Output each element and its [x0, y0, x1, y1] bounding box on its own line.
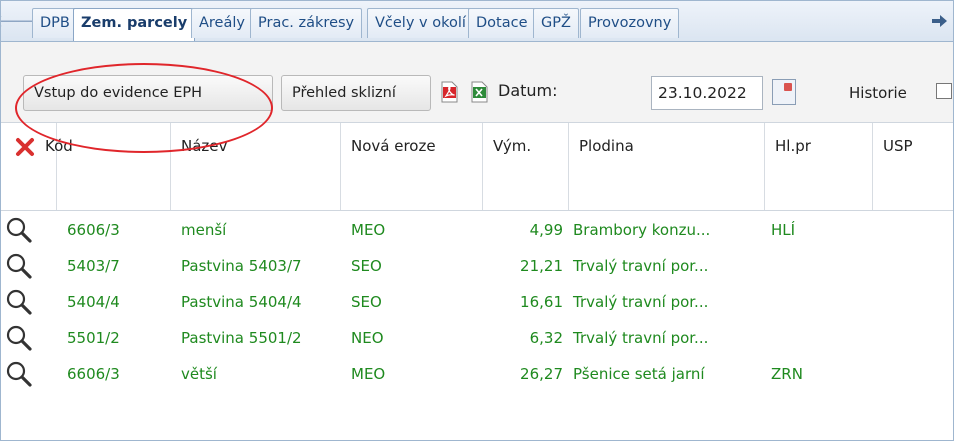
- arrow-left-icon[interactable]: 🡐: [1, 9, 41, 33]
- evidence-eph-button[interactable]: Vstup do evidence EPH: [23, 75, 273, 111]
- cell-plodina: Trvalý travní por...: [573, 329, 709, 347]
- col-nova-eroze[interactable]: Nová eroze: [341, 123, 483, 170]
- cell-kod: 6606/3: [67, 365, 120, 383]
- toolbar: Vstup do evidence EPH Přehled sklizní Da…: [1, 42, 953, 122]
- tab-arealy[interactable]: Areály: [191, 8, 253, 38]
- excel-icon[interactable]: [469, 81, 489, 103]
- filter-plodina[interactable]: [569, 169, 768, 212]
- history-label: Historie: [849, 84, 907, 102]
- col-vym[interactable]: Vým.: [483, 123, 569, 170]
- table-row[interactable]: 5501/2 Pastvina 5501/2 NEO 6,32 Trvalý travn…: [1, 320, 953, 356]
- tab-provozovny[interactable]: Provozovny: [580, 8, 680, 38]
- filter-kod[interactable]: [57, 169, 174, 212]
- filter-nazev-input[interactable]: [171, 169, 344, 212]
- col-plodina[interactable]: Plodina: [569, 123, 765, 170]
- harvest-overview-button[interactable]: Přehled sklizní: [281, 75, 431, 111]
- cell-kod: 5404/4: [67, 293, 120, 311]
- magnifier-icon[interactable]: [4, 287, 34, 317]
- cell-vym: 6,32: [529, 329, 563, 347]
- cell-nazev: větší: [181, 365, 217, 383]
- filter-usp-input[interactable]: [873, 169, 953, 212]
- tab-zem-parcely[interactable]: Zem. parcely: [73, 8, 196, 41]
- grid-header: Kód Název Nová eroze Vým. Plodina Hl.pr …: [1, 122, 953, 171]
- cell-usp: [873, 284, 953, 320]
- cell-nazev: Pastvina 5501/2: [181, 329, 302, 347]
- col-usp[interactable]: USP: [873, 123, 953, 170]
- cell-plodina: Brambory konzu...: [573, 221, 711, 239]
- cell-hlpr: ZRN: [771, 365, 803, 383]
- col-kod-area: [57, 123, 171, 170]
- filter-eroze[interactable]: [341, 169, 486, 212]
- calendar-icon[interactable]: [772, 79, 796, 105]
- tab-vcely-v-okoli[interactable]: Včely v okolí: [367, 8, 474, 38]
- cell-nazev: Pastvina 5403/7: [181, 257, 302, 275]
- filter-vym[interactable]: [483, 169, 572, 212]
- parcel-panel: 🡐 DPB Zem. parcely Areály Prac. zákresy …: [0, 0, 954, 441]
- date-input[interactable]: [651, 76, 763, 110]
- filter-row: [1, 169, 953, 212]
- cell-kod: 6606/3: [67, 221, 120, 239]
- cell-hlpr: HLÍ: [771, 221, 796, 239]
- delete-filter-column[interactable]: Kód: [1, 123, 73, 170]
- filter-nazev[interactable]: [171, 169, 344, 212]
- cell-plodina: Trvalý travní por...: [573, 293, 709, 311]
- filter-plodina-input[interactable]: [569, 169, 768, 212]
- tab-prac-zakresy[interactable]: Prac. zákresy: [250, 8, 363, 38]
- cell-usp: [873, 356, 953, 392]
- cell-hlpr: [765, 284, 873, 320]
- cell-usp: [873, 248, 953, 284]
- filter-hlpr[interactable]: [765, 169, 876, 212]
- cell-usp: [873, 320, 953, 356]
- cell-kod: 5403/7: [67, 257, 120, 275]
- filter-blank: [1, 169, 57, 210]
- delete-filter-icon[interactable]: [15, 137, 35, 157]
- tab-bar: 🡐 DPB Zem. parcely Areály Prac. zákresy …: [1, 1, 953, 42]
- table-row[interactable]: 6606/3 menší MEO 4,99 Brambory konzu... HLÍ: [1, 212, 953, 248]
- filter-vym-input[interactable]: [483, 169, 572, 212]
- pdf-icon[interactable]: [439, 81, 459, 103]
- col-hlpr[interactable]: Hl.pr: [765, 123, 873, 170]
- cell-eroze: NEO: [351, 329, 384, 347]
- filter-kod-input[interactable]: [57, 169, 174, 212]
- cell-usp: [873, 212, 953, 248]
- cell-plodina: Pšenice setá jarní: [573, 365, 705, 383]
- cell-hlpr: [765, 320, 873, 356]
- cell-vym: 26,27: [520, 365, 563, 383]
- history-checkbox[interactable]: [936, 83, 952, 99]
- col-nazev[interactable]: Název: [171, 123, 341, 170]
- cell-eroze: MEO: [351, 365, 386, 383]
- table-row[interactable]: 5403/7 Pastvina 5403/7 SEO 21,21 Trvalý trav…: [1, 248, 953, 284]
- cell-vym: 21,21: [520, 257, 563, 275]
- cell-plodina: Trvalý travní por...: [573, 257, 709, 275]
- table-row[interactable]: 6606/3 větší MEO 26,27 Pšenice setá jarní ZRN: [1, 356, 953, 392]
- date-label: Datum:: [498, 81, 558, 100]
- tab-dotace[interactable]: Dotace: [468, 8, 536, 38]
- cell-vym: 16,61: [520, 293, 563, 311]
- cell-nazev: menší: [181, 221, 227, 239]
- tab-gpz[interactable]: GPŽ: [533, 8, 579, 38]
- tab-dpb[interactable]: DPB: [32, 8, 78, 38]
- cell-hlpr: [765, 248, 873, 284]
- magnifier-icon[interactable]: [4, 359, 34, 389]
- cell-vym: 4,99: [529, 221, 563, 239]
- cell-nazev: Pastvina 5404/4: [181, 293, 302, 311]
- magnifier-icon[interactable]: [4, 251, 34, 281]
- cell-kod: 5501/2: [67, 329, 120, 347]
- table-row[interactable]: 5404/4 Pastvina 5404/4 SEO 16,61 Trvalý trav…: [1, 284, 953, 320]
- magnifier-icon[interactable]: [4, 323, 34, 353]
- filter-hlpr-input[interactable]: [765, 169, 876, 212]
- filter-eroze-input[interactable]: [341, 169, 486, 212]
- cell-eroze: SEO: [351, 257, 382, 275]
- cell-eroze: SEO: [351, 293, 382, 311]
- magnifier-icon[interactable]: [4, 215, 34, 245]
- arrow-right-icon[interactable]: [927, 9, 951, 33]
- cell-eroze: MEO: [351, 221, 386, 239]
- filter-usp[interactable]: [873, 169, 953, 212]
